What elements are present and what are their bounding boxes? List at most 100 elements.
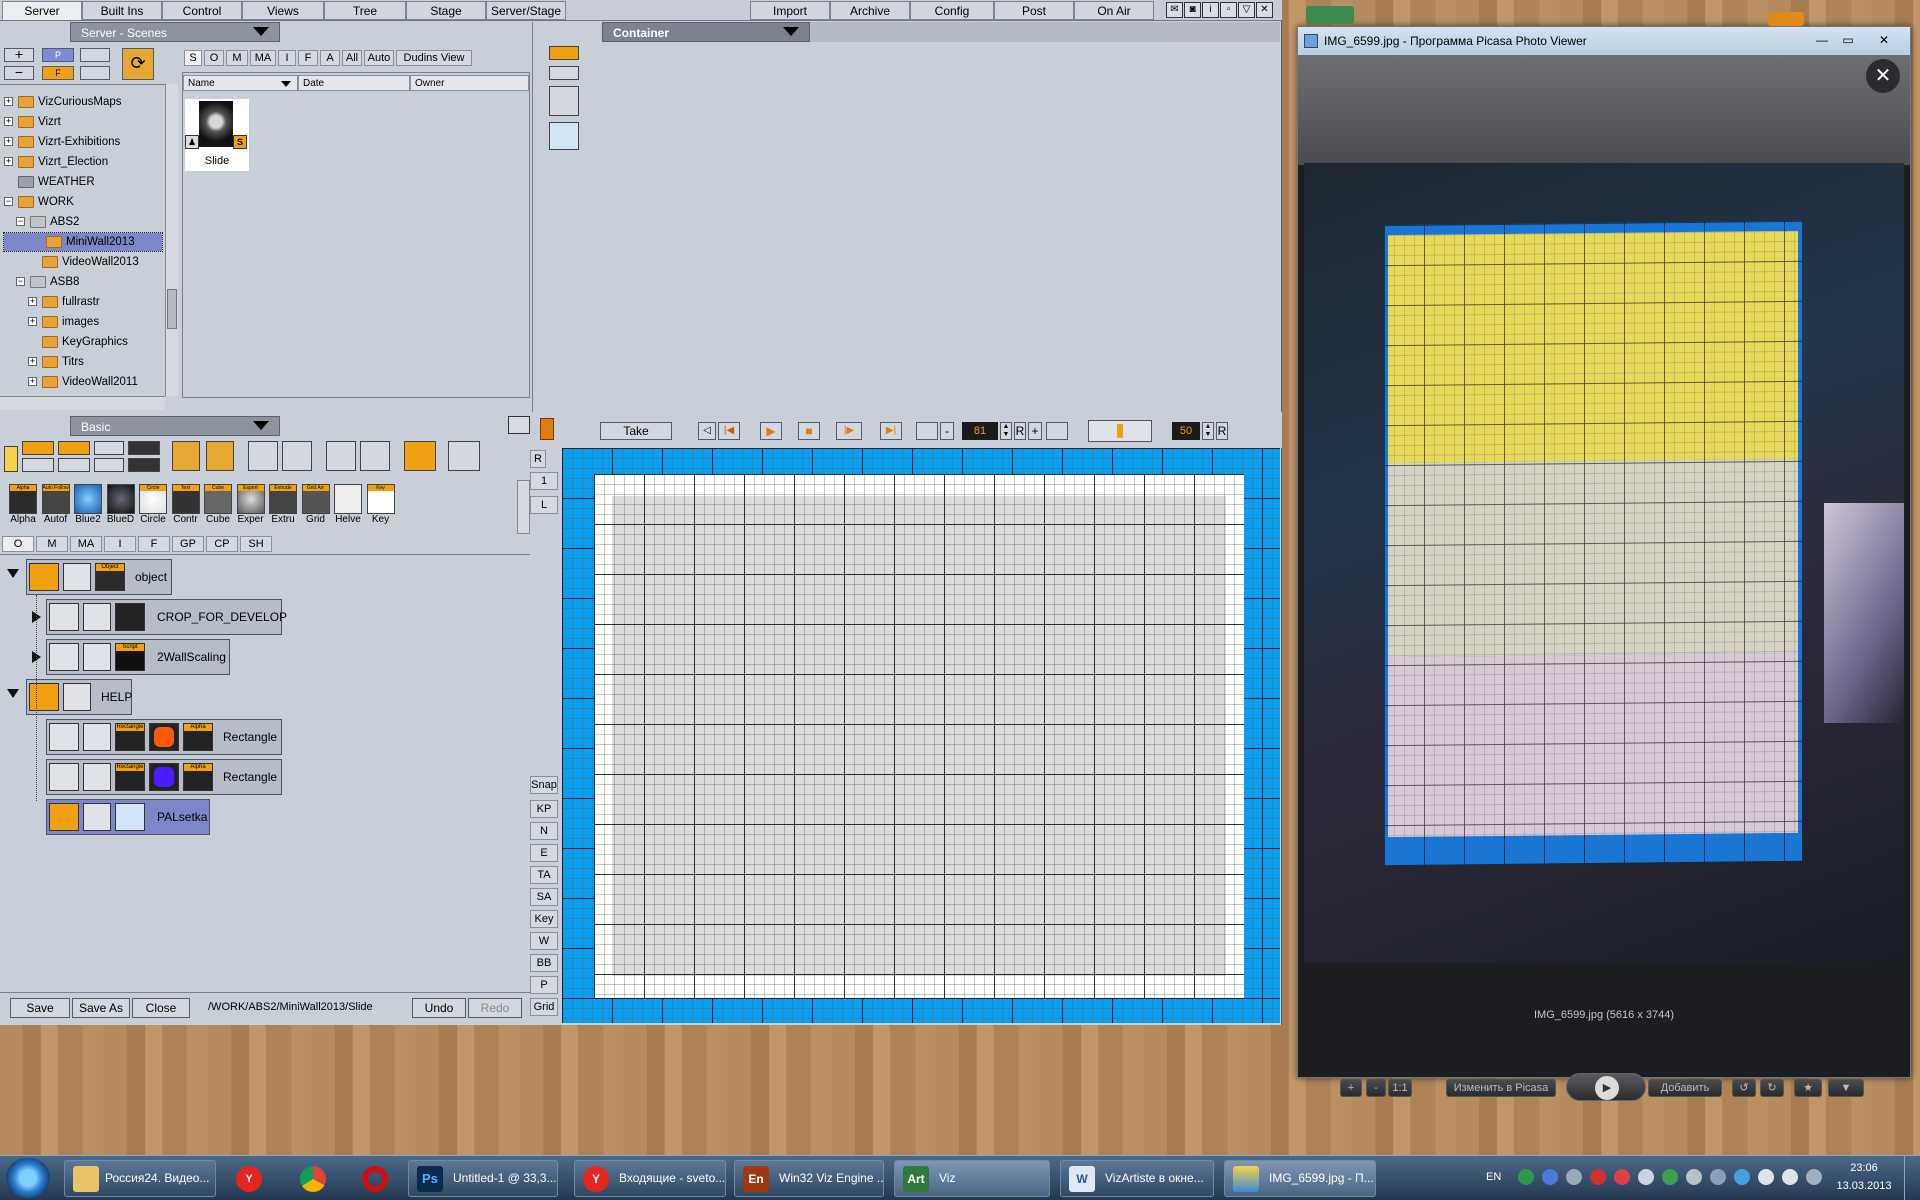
window-icon[interactable]: ▫ [1220,2,1237,18]
menu-post[interactable]: Post [994,1,1074,20]
expand-icon[interactable]: + [28,357,37,366]
side-button[interactable]: BB [530,954,558,972]
edit-in-picasa-button[interactable]: Изменить в Picasa [1446,1079,1556,1097]
filter-tab[interactable]: I [104,536,136,552]
visibility-icon[interactable] [49,803,79,831]
tray-sync-icon[interactable] [1638,1169,1654,1185]
side-button[interactable]: W [530,932,558,950]
nav-arrows[interactable]: ▶ [1566,1073,1646,1101]
star-icon[interactable] [4,446,18,472]
task-inbox[interactable]: Y Входящие - sveto... [574,1160,726,1197]
filter-a[interactable]: A [320,50,340,66]
tree-scrollbar[interactable] [165,84,178,396]
task-rossia24[interactable]: Россия24. Видео... [64,1160,216,1197]
tray-network-icon[interactable] [1542,1169,1558,1185]
side-1-button[interactable]: 1 [530,472,558,490]
filter-tab[interactable]: GP [172,536,204,552]
tray-bluetooth-icon[interactable] [1734,1169,1750,1185]
speed-field[interactable]: 50 [1172,422,1200,440]
render-preview[interactable] [562,448,1280,1023]
close-icon[interactable]: ✕ [1866,31,1902,49]
show-icon[interactable] [22,441,54,455]
link-icon[interactable] [58,458,90,472]
menu-import[interactable]: Import [750,1,830,20]
close-viewer-icon[interactable]: ✕ [1866,59,1900,93]
pinned-yandex[interactable]: Y [224,1160,274,1197]
pinned-opera[interactable] [350,1160,400,1197]
tray-antivirus-icon[interactable] [1590,1169,1606,1185]
frame-plus-button[interactable]: + [1028,422,1042,440]
tree-item[interactable]: WEATHER [0,173,165,191]
scene-node-help[interactable]: HELP [26,679,132,715]
filter-all[interactable]: All [342,50,362,66]
menu-stage[interactable]: Stage [406,1,486,20]
transform-icon[interactable] [83,723,111,751]
tree-item[interactable]: + fullrastr [0,293,165,311]
close-icon[interactable]: ✕ [1256,2,1273,18]
menu-tree[interactable]: Tree [324,1,406,20]
list-view-icon[interactable] [80,48,110,62]
alpha-icon[interactable]: Alpha [183,763,213,791]
menu-on-air[interactable]: On Air [1074,1,1154,20]
tree-item[interactable]: VideoWall2013 [0,253,165,271]
filter-tab[interactable]: SH [240,536,272,552]
filter-o[interactable]: O [204,50,224,66]
prev-icon[interactable]: ◁ [698,422,716,440]
start-button[interactable] [6,1158,50,1198]
basic-panel-title[interactable]: Basic [70,416,280,436]
menu-views[interactable]: Views [242,1,324,20]
tray-settings-icon[interactable] [1686,1169,1702,1185]
expand-icon[interactable]: + [4,157,13,166]
zoom-in-button[interactable]: + [1340,1079,1362,1097]
keyframe-next-icon[interactable] [1046,422,1068,440]
transform-icon[interactable] [83,763,111,791]
tree-view-icon[interactable] [248,441,278,471]
scene-item-slide[interactable]: ♟ S Slide [185,99,249,171]
clock-time[interactable]: 23:06 [1834,1162,1894,1174]
material-swatch[interactable] [115,803,145,831]
task-picasa[interactable]: IMG_6599.jpg - П... [1224,1160,1376,1197]
visibility-icon[interactable] [49,643,79,671]
side-button[interactable]: TA [530,866,558,884]
expand-icon[interactable]: + [4,137,13,146]
add-button[interactable]: + [4,47,34,62]
scene-node-2wallscaling[interactable]: Script 2WallScaling [46,639,230,675]
play-icon[interactable]: ▶ [1595,1076,1619,1100]
script-icon[interactable]: Script [115,643,145,671]
save-button[interactable]: Save [10,998,70,1018]
mail-icon[interactable]: ✉ [1166,2,1183,18]
desktop-icon[interactable] [1306,6,1354,24]
rotate-left-icon[interactable]: ↺ [1732,1079,1756,1097]
geometry-icon[interactable] [115,603,145,631]
library-scrollbar[interactable] [517,480,530,534]
skip-back-icon[interactable]: |◀ [718,422,740,440]
language-indicator[interactable]: EN [1486,1171,1501,1183]
side-r-button[interactable]: R [530,450,546,468]
expand-icon[interactable]: + [4,97,13,106]
photo-view[interactable] [1304,163,1904,963]
filter-f[interactable]: F [298,50,318,66]
rectangle-icon[interactable]: Rectangle [115,723,145,751]
tree-view-alt-icon[interactable] [282,441,312,471]
lock-icon[interactable] [549,66,579,80]
group-icon[interactable] [128,441,160,455]
menu-built-ins[interactable]: Built Ins [82,1,162,20]
column-name[interactable]: Name [183,75,298,91]
split-icon[interactable] [448,441,480,471]
remove-button[interactable]: − [4,65,34,80]
task-photoshop[interactable]: Ps Untitled-1 @ 33,3... [408,1160,558,1197]
hierarchy-alt-icon[interactable] [360,441,390,471]
tree-item[interactable]: − ABS2 [0,213,165,231]
tree-item[interactable]: + images [0,313,165,331]
grid-view-icon[interactable] [80,66,110,80]
speed-spinner[interactable]: ▲ ▼ [1202,422,1214,440]
tree-item[interactable]: + Vizrt-Exhibitions [0,133,165,151]
tree-item[interactable]: − ASB8 [0,273,165,291]
filter-ma[interactable]: MA [250,50,276,66]
tree-item[interactable]: + Vizrt_Election [0,153,165,171]
tray-app-icon-2[interactable] [1566,1169,1582,1185]
transform-icon[interactable] [83,803,111,831]
show-desktop-button[interactable] [1904,1156,1920,1200]
visibility-icon[interactable] [49,723,79,751]
play-icon[interactable]: ▶ [760,422,782,440]
